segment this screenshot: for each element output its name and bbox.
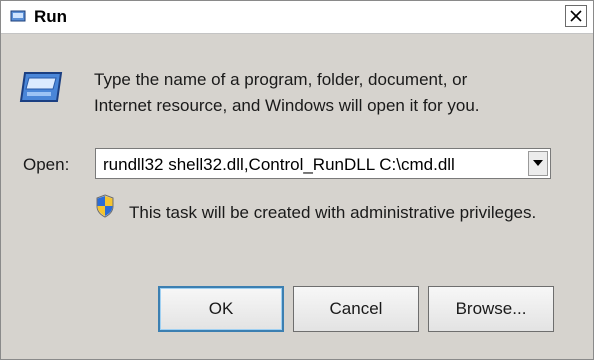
close-button[interactable] <box>565 5 587 27</box>
run-dialog: Run Type the name of a program, folder, … <box>0 0 594 360</box>
open-input[interactable]: rundll32 shell32.dll,Control_RunDLL C:\c… <box>103 155 455 175</box>
window-title: Run <box>34 7 68 26</box>
title-bar[interactable]: Run <box>1 1 593 34</box>
ok-button[interactable]: OK <box>158 286 284 332</box>
admin-privileges-text: This task will be created with administr… <box>129 203 537 222</box>
cancel-button[interactable]: Cancel <box>293 286 419 332</box>
uac-shield-icon <box>96 194 114 218</box>
open-label: Open: <box>23 155 70 174</box>
browse-button[interactable]: Browse... <box>428 286 554 332</box>
instructions-line-1: Type the name of a program, folder, docu… <box>94 70 468 89</box>
run-icon <box>19 72 63 102</box>
chevron-down-icon <box>533 160 543 166</box>
run-icon <box>10 10 26 22</box>
close-icon <box>570 10 582 22</box>
instructions-text: Type the name of a program, folder, docu… <box>94 67 564 119</box>
dropdown-button[interactable] <box>528 151 548 176</box>
instructions-line-2: Internet resource, and Windows will open… <box>94 96 480 115</box>
open-combobox[interactable]: rundll32 shell32.dll,Control_RunDLL C:\c… <box>95 148 551 179</box>
